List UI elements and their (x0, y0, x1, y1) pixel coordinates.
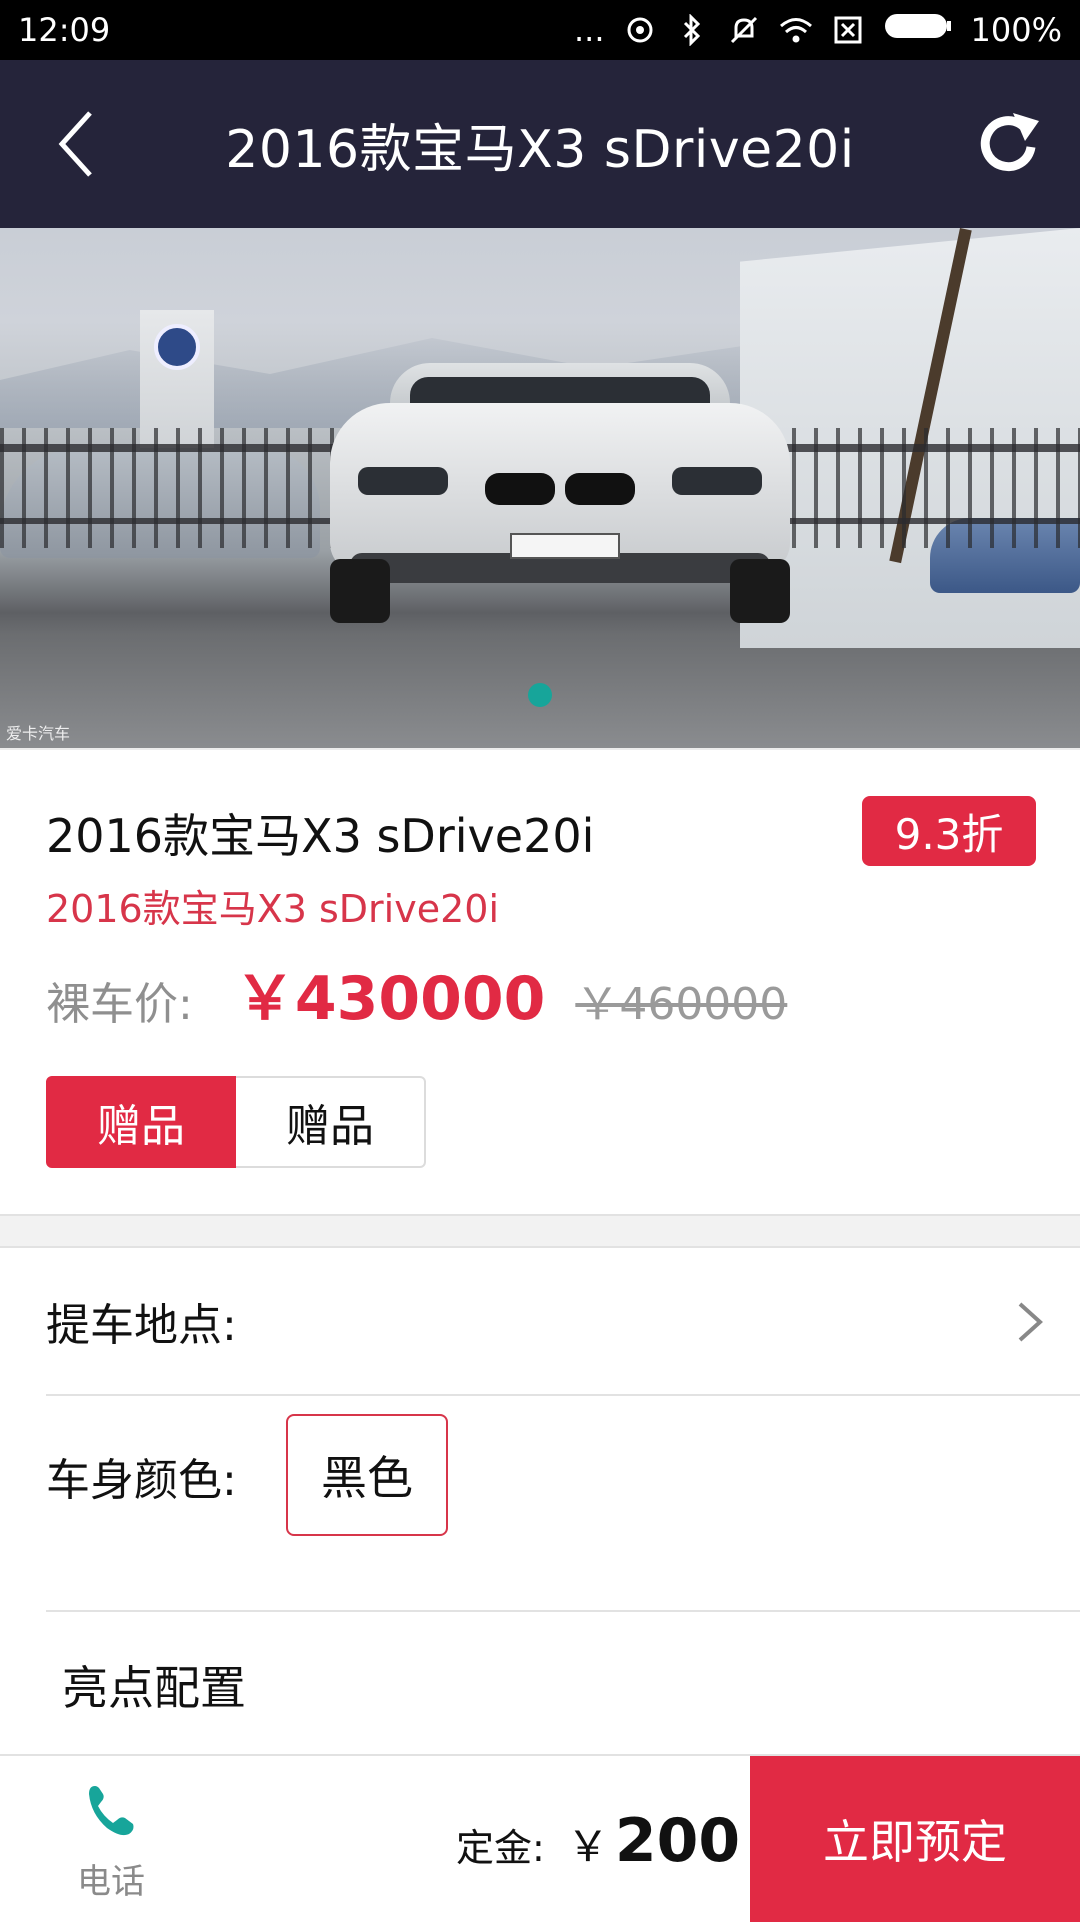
product-info: 2016款宝马X3 sDrive20i 9.3折 2016款宝马X3 sDriv… (0, 748, 1080, 1214)
original-price: ￥460000 (575, 979, 788, 1030)
pickup-location-label: 提车地点: (46, 1300, 237, 1351)
gift-tabs: 赠品 赠品 (46, 1076, 426, 1168)
gift-tab-1[interactable]: 赠品 (46, 1076, 236, 1168)
hotspot-icon (623, 13, 657, 47)
brand-logo (154, 324, 200, 370)
bluetooth-icon (675, 13, 709, 47)
no-sim-icon (831, 13, 865, 47)
discount-badge: 9.3折 (862, 796, 1036, 866)
phone-label: 电话 (77, 1862, 145, 1902)
more-dots-icon: ... (574, 11, 605, 49)
product-title: 2016款宝马X3 sDrive20i (46, 809, 595, 863)
refresh-button[interactable] (970, 106, 1046, 182)
battery-icon (883, 10, 953, 50)
phone-button[interactable]: 电话 (56, 1780, 166, 1910)
book-now-button[interactable]: 立即预定 (750, 1756, 1080, 1922)
mute-bell-icon (727, 13, 761, 47)
status-bar: 12:09 ... 100% (0, 0, 1080, 60)
status-icons: ... 100% (574, 10, 1062, 50)
image-watermark: 爱卡汽车 (6, 724, 71, 743)
wifi-icon (779, 13, 813, 47)
price-label: 裸车价: (46, 979, 193, 1030)
bottom-action-bar: 电话 定金: ￥ 200 立即预定 (0, 1754, 1080, 1922)
car-photo (330, 363, 790, 623)
back-button[interactable] (40, 108, 112, 180)
body-color-row: 车身颜色: 黑色 (46, 1396, 1080, 1612)
deposit-amount: 200 (614, 1806, 741, 1876)
car-image-carousel[interactable]: 爱卡汽车 (0, 228, 1080, 748)
body-color-label: 车身颜色: (46, 1455, 237, 1506)
price-row: 裸车价: ￥430000 ￥460000 (46, 950, 788, 1034)
nav-bar: 2016款宝马X3 sDrive20i (0, 60, 1080, 228)
status-time: 12:09 (18, 11, 111, 49)
battery-percent: 100% (970, 11, 1062, 49)
current-price: ￥430000 (234, 964, 546, 1034)
chevron-left-icon (58, 111, 92, 177)
chevron-right-icon (1010, 1298, 1050, 1346)
deposit-info: 定金: ￥ 200 (456, 1806, 740, 1876)
section-divider (0, 1214, 1080, 1248)
refresh-icon (980, 113, 1039, 172)
gift-tab-2[interactable]: 赠品 (236, 1076, 426, 1168)
deposit-currency: ￥ (566, 1822, 609, 1871)
page-title: 2016款宝马X3 sDrive20i (225, 119, 855, 180)
pickup-location-row[interactable]: 提车地点: (46, 1248, 1080, 1396)
deposit-label: 定金: (456, 1826, 545, 1870)
color-option-black[interactable]: 黑色 (286, 1414, 448, 1536)
carousel-indicator-dot[interactable] (528, 683, 552, 707)
phone-icon (89, 1786, 134, 1836)
highlight-config-heading: 亮点配置 (62, 1661, 246, 1715)
license-plate (510, 533, 620, 559)
product-subtitle: 2016款宝马X3 sDrive20i (46, 887, 500, 931)
